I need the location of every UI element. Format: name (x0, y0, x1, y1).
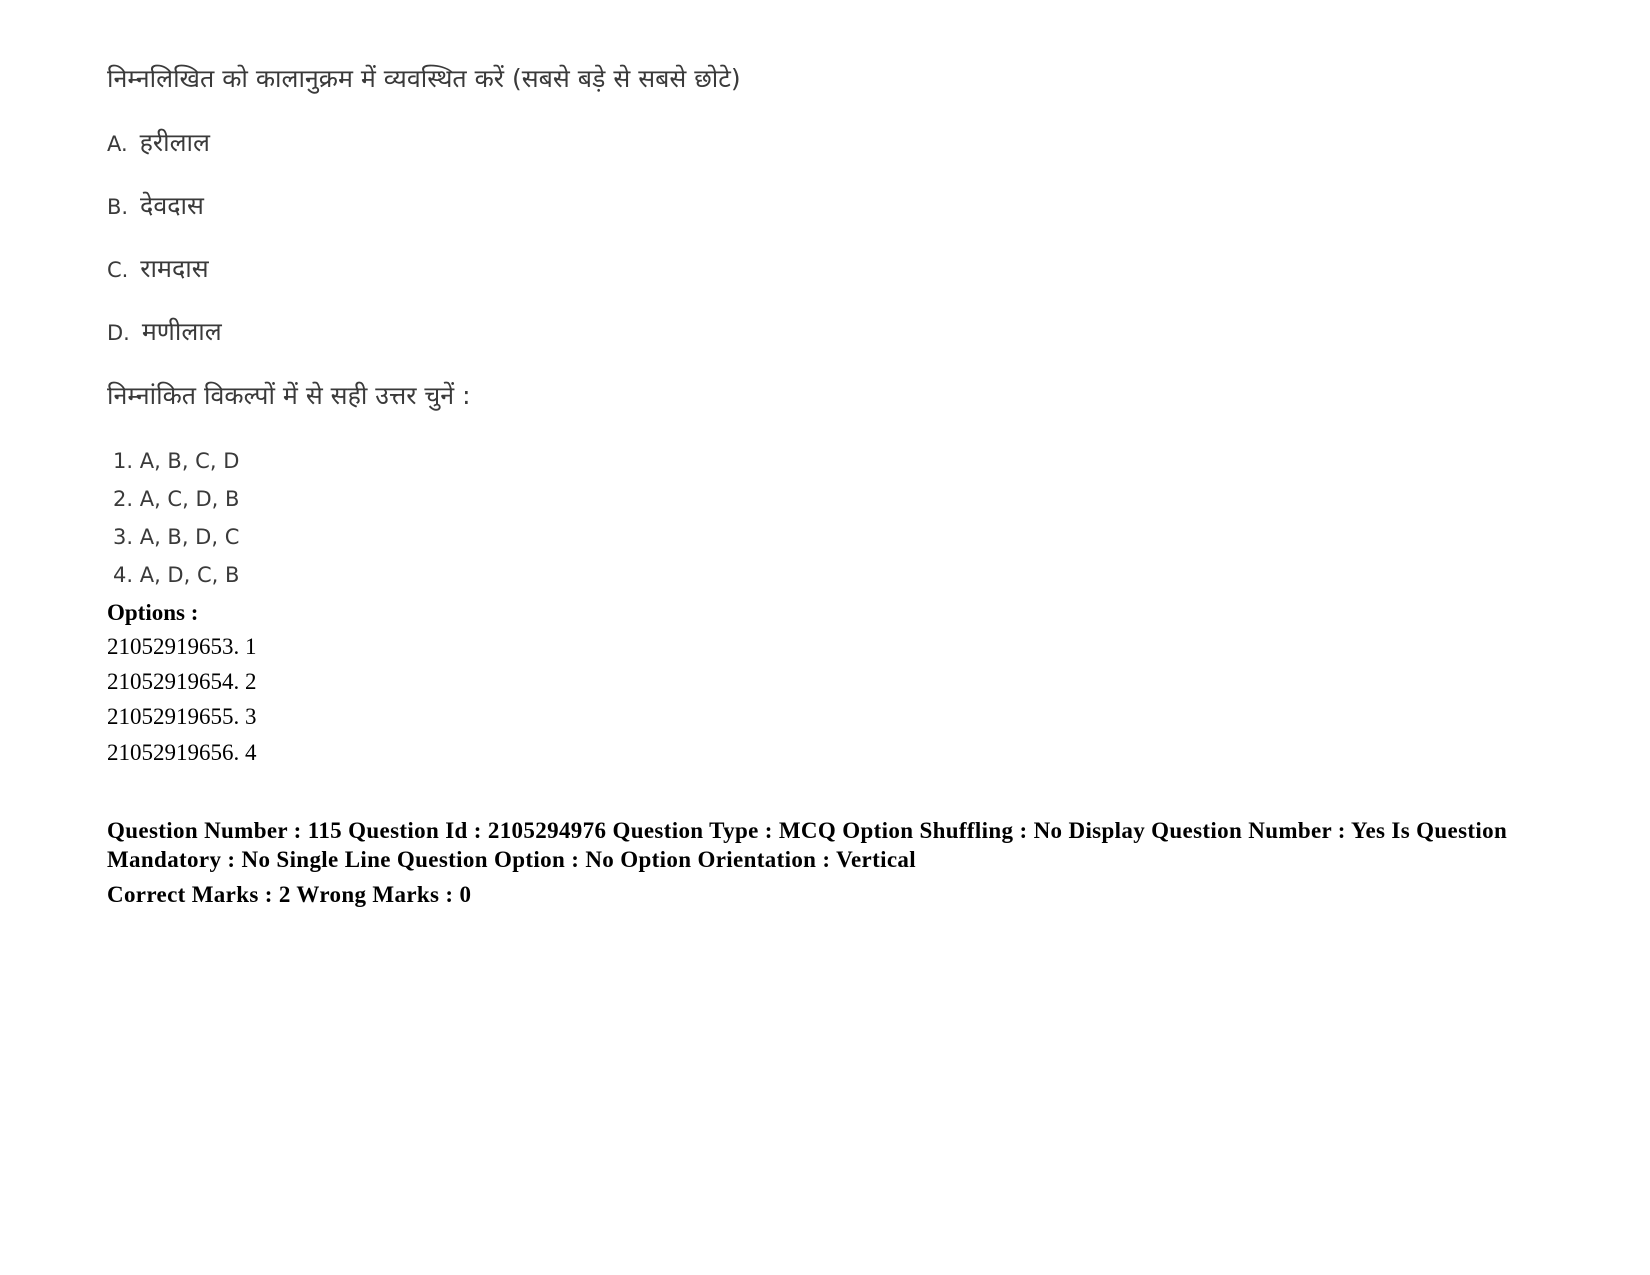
question-page: निम्नलिखित को कालानुक्रम में व्यवस्थित क… (0, 0, 1650, 1275)
answer-instruction: निम्नांकित विकल्पों में से सही उत्तर चुन… (107, 381, 471, 410)
question-prompt: निम्नलिखित को कालानुक्रम में व्यवस्थित क… (107, 64, 741, 93)
statement-a: A. हरीलाल (107, 130, 210, 155)
question-metadata: Question Number : 115 Question Id : 2105… (107, 818, 1508, 872)
statement-c: C. रामदास (107, 256, 209, 281)
option-id-3: 21052919655. 3 (107, 704, 257, 729)
statement-d: D. मणीलाल (107, 319, 222, 344)
statement-letter: D. (107, 321, 130, 345)
choice-2: 2. A, C, D, B (113, 487, 240, 511)
statement-b: B. देवदास (107, 193, 204, 218)
option-id-1: 21052919653. 1 (107, 634, 257, 659)
option-id-2: 21052919654. 2 (107, 669, 257, 694)
statement-text: हरीलाल (139, 128, 210, 157)
statement-letter: C. (107, 258, 129, 282)
statement-text: रामदास (140, 254, 209, 283)
choice-3: 3. A, B, D, C (113, 525, 240, 549)
statement-text: देवदास (140, 191, 204, 220)
statement-text: मणीलाल (141, 317, 222, 346)
marks-info: Correct Marks : 2 Wrong Marks : 0 (107, 882, 472, 907)
choice-4: 4. A, D, C, B (113, 563, 240, 587)
option-id-4: 21052919656. 4 (107, 740, 257, 765)
choice-1: 1. A, B, C, D (113, 449, 240, 473)
options-heading: Options : (107, 600, 199, 625)
statement-letter: B. (107, 195, 129, 219)
statement-letter: A. (107, 132, 128, 156)
